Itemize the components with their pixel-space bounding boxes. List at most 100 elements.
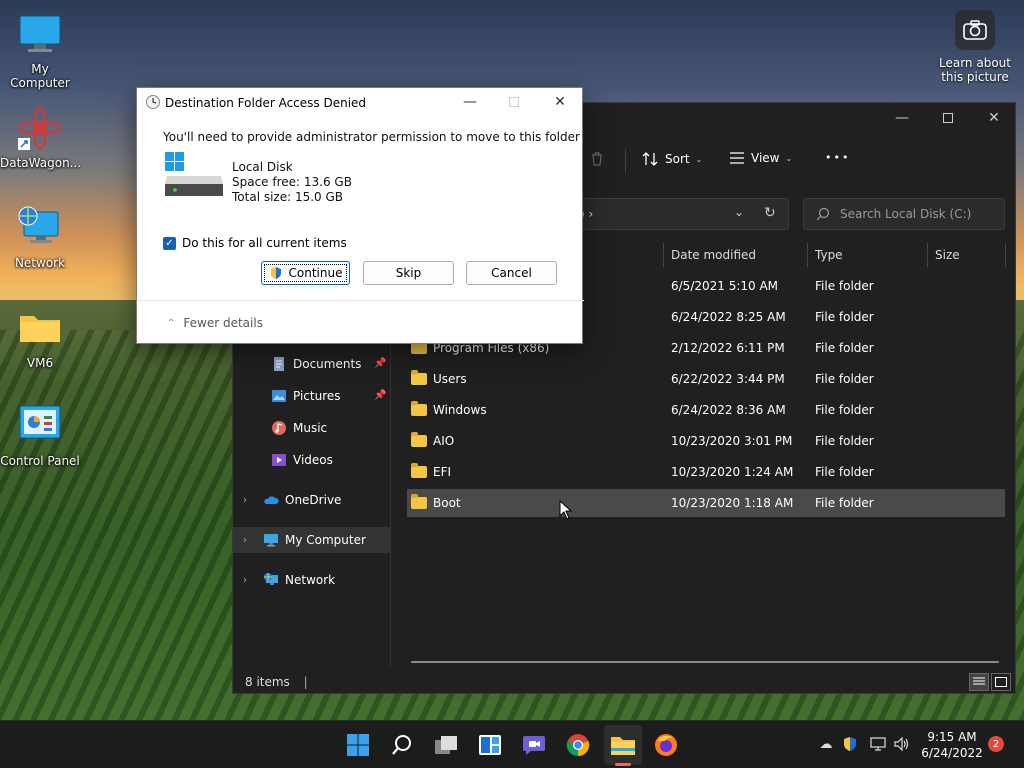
taskbar-clock[interactable]: 9:15 AM 6/24/2022 bbox=[920, 729, 984, 761]
column-header-date[interactable]: Date modified bbox=[671, 248, 756, 262]
search-input[interactable]: Search Local Disk (C:) bbox=[803, 198, 1005, 230]
notification-badge[interactable]: 2 bbox=[988, 736, 1004, 752]
search-button[interactable] bbox=[386, 729, 418, 761]
skip-button[interactable]: Skip bbox=[363, 261, 454, 285]
table-row[interactable]: Windows 6/24/2022 8:36 AM File folder bbox=[407, 396, 1005, 424]
file-date: 6/24/2022 8:36 AM bbox=[671, 403, 786, 417]
minimize-button[interactable]: — bbox=[879, 103, 925, 133]
tiles-view-icon bbox=[995, 677, 1007, 687]
start-button[interactable] bbox=[342, 729, 374, 761]
desktop-icon-network[interactable]: Network bbox=[0, 204, 80, 270]
column-separator[interactable] bbox=[927, 243, 928, 267]
fewer-details-toggle[interactable]: ⌃ Fewer details bbox=[167, 316, 263, 330]
maximize-icon bbox=[509, 97, 519, 107]
chevron-right-icon[interactable]: › bbox=[243, 495, 247, 506]
access-denied-dialog: Destination Folder Access Denied — ✕ You… bbox=[136, 87, 584, 344]
widgets-icon bbox=[479, 735, 501, 755]
sidebar-item-network[interactable]: › Network bbox=[233, 567, 390, 593]
view-list-icon bbox=[730, 152, 744, 164]
checkbox-checked[interactable]: ✓ bbox=[163, 236, 176, 250]
more-options-button[interactable]: ••• bbox=[825, 151, 850, 164]
chevron-right-icon[interactable]: › bbox=[243, 575, 247, 586]
dialog-divider bbox=[137, 300, 584, 301]
delete-button[interactable] bbox=[589, 151, 605, 167]
task-view-button[interactable] bbox=[430, 729, 462, 761]
file-name: Users bbox=[433, 372, 467, 386]
horizontal-scrollbar[interactable] bbox=[411, 661, 999, 663]
sidebar-item-music[interactable]: Music bbox=[233, 415, 390, 441]
table-row[interactable]: AIO 10/23/2020 3:01 PM File folder bbox=[407, 427, 1005, 455]
sidebar-item-my-computer[interactable]: › My Computer bbox=[233, 527, 390, 553]
chevron-right-icon[interactable]: › bbox=[243, 535, 247, 546]
column-header-type[interactable]: Type bbox=[815, 248, 843, 262]
column-separator[interactable] bbox=[807, 243, 808, 267]
file-name: EFI bbox=[433, 465, 452, 479]
folder-icon bbox=[16, 304, 64, 352]
column-separator[interactable] bbox=[1005, 243, 1006, 267]
apply-all-checkbox-row[interactable]: ✓ Do this for all current items bbox=[163, 236, 347, 250]
cancel-button[interactable]: Cancel bbox=[466, 261, 557, 285]
file-date: 10/23/2020 1:18 AM bbox=[671, 496, 794, 510]
chevron-down-icon: ⌄ bbox=[785, 153, 793, 163]
address-dropdown-icon[interactable]: ⌄ bbox=[734, 205, 744, 219]
checkbox-label: Do this for all current items bbox=[182, 236, 347, 250]
refresh-icon[interactable]: ↻ bbox=[764, 205, 776, 221]
uac-shield-icon bbox=[270, 267, 281, 279]
table-row[interactable]: Users 6/22/2022 3:44 PM File folder bbox=[407, 365, 1005, 393]
desktop-icon-label: My Computer bbox=[10, 62, 70, 90]
onedrive-offline-icon[interactable]: ☁ bbox=[817, 735, 835, 753]
chevron-down-icon: ⌄ bbox=[695, 154, 703, 164]
camera-label-line1: Learn about bbox=[939, 56, 1011, 70]
continue-button[interactable]: Continue bbox=[261, 261, 350, 285]
column-separator[interactable] bbox=[663, 243, 664, 267]
desktop-icon-vm6[interactable]: VM6 bbox=[0, 304, 80, 370]
tiles-view-button[interactable] bbox=[991, 673, 1011, 691]
folder-icon bbox=[411, 432, 427, 447]
sidebar-item-onedrive[interactable]: › OneDrive bbox=[233, 487, 390, 513]
clock-time: 9:15 AM bbox=[927, 730, 977, 744]
active-indicator bbox=[615, 763, 631, 766]
widgets-button[interactable] bbox=[474, 729, 506, 761]
sidebar-item-label: Videos bbox=[293, 453, 333, 467]
file-name: Windows bbox=[433, 403, 487, 417]
trash-icon bbox=[592, 152, 602, 166]
pictures-icon bbox=[272, 390, 286, 402]
firefox-button[interactable] bbox=[650, 729, 682, 761]
file-explorer-button[interactable] bbox=[607, 729, 639, 761]
sidebar-item-documents[interactable]: Documents 📌 bbox=[233, 351, 390, 377]
clock-icon bbox=[146, 95, 160, 109]
learn-about-picture[interactable]: Learn about this picture bbox=[935, 10, 1015, 84]
chat-button[interactable] bbox=[518, 729, 550, 761]
table-row-selected[interactable]: Boot 10/23/2020 1:18 AM File folder bbox=[407, 489, 1005, 517]
network-status-icon[interactable] bbox=[869, 735, 887, 753]
file-type: File folder bbox=[815, 279, 874, 293]
close-button[interactable]: ✕ bbox=[971, 103, 1017, 133]
maximize-button[interactable] bbox=[925, 103, 971, 133]
file-type: File folder bbox=[815, 341, 874, 355]
security-shield-icon[interactable] bbox=[841, 735, 859, 753]
dialog-close-button[interactable]: ✕ bbox=[537, 88, 583, 116]
desktop-icon-control-panel[interactable]: Control Panel bbox=[0, 402, 80, 468]
chrome-button[interactable] bbox=[562, 729, 594, 761]
desktop-icon-my-computer[interactable]: My Computer bbox=[0, 10, 80, 90]
minimize-icon: — bbox=[463, 94, 477, 110]
file-date: 6/5/2021 5:10 AM bbox=[671, 279, 779, 293]
sort-button[interactable]: Sort ⌄ bbox=[641, 151, 702, 167]
file-date: 10/23/2020 3:01 PM bbox=[671, 434, 793, 448]
dialog-minimize-button[interactable]: — bbox=[447, 88, 493, 116]
desktop-icon-datawagon[interactable]: DataWagon... bbox=[0, 104, 81, 170]
sidebar-item-pictures[interactable]: Pictures 📌 bbox=[233, 383, 390, 409]
disk-space-free: Space free: 13.6 GB bbox=[232, 175, 352, 189]
details-view-button[interactable] bbox=[969, 673, 989, 691]
folder-icon bbox=[411, 370, 427, 385]
camera-label-line2: this picture bbox=[941, 70, 1009, 84]
folder-icon bbox=[411, 401, 427, 416]
volume-icon[interactable] bbox=[893, 735, 911, 753]
view-button[interactable]: View ⌄ bbox=[729, 151, 792, 165]
sidebar-item-videos[interactable]: Videos bbox=[233, 447, 390, 473]
drive-icon bbox=[165, 152, 223, 196]
table-row[interactable]: EFI 10/23/2020 1:24 AM File folder bbox=[407, 458, 1005, 486]
taskbar: ☁ 9:15 AM 6/24/2022 2 bbox=[0, 720, 1024, 768]
column-header-size[interactable]: Size bbox=[935, 248, 960, 262]
folder-icon bbox=[411, 494, 427, 509]
